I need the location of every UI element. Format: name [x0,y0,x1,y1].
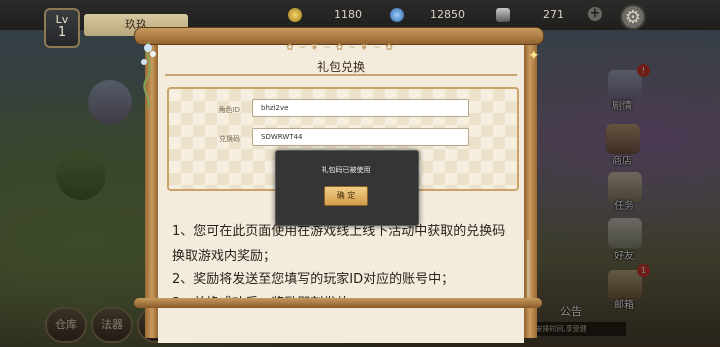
level-value: 1 [57,25,67,40]
info-line-3: 2、奖励将发送至您填写的玩家ID对应的账号中； [172,272,455,287]
gold-coin-icon [288,8,302,22]
info-line-2: 换取游戏内奖励； [172,249,277,264]
info-scrollbar[interactable] [527,240,530,298]
role-id-label: 角色ID [218,106,240,114]
crystal-amount: 271 [543,8,564,21]
crystal-icon [496,8,510,22]
redeem-code-field[interactable]: SDWRWT44 [252,128,469,146]
role-id-field[interactable]: bhzi2ve [252,99,469,117]
gold-amount: 1180 [334,8,362,21]
blue-potion-icon [390,8,404,22]
title-divider [165,74,517,76]
vine-decoration-icon [141,41,156,109]
confirm-button[interactable]: 确 定 [324,186,368,206]
redeem-code-label: 兑换码 [219,135,240,143]
add-currency-button[interactable]: + [588,7,602,21]
potion-amount: 12850 [430,8,465,21]
gear-icon[interactable]: ⚙ [620,4,646,30]
ornament-decoration: ✿ ~ ❦ ~ ✿ ~ ❦ ~ ✿ [286,43,394,53]
sparkle-icon: ✦ [528,48,540,64]
dialog-title: 礼包兑换 [316,60,365,74]
dialog-frame-right [523,38,537,338]
level-badge[interactable]: Lv 1 [44,8,80,48]
alert-message: 礼包码已被使用 [321,166,371,174]
dialog-frame-bottom [134,298,542,308]
